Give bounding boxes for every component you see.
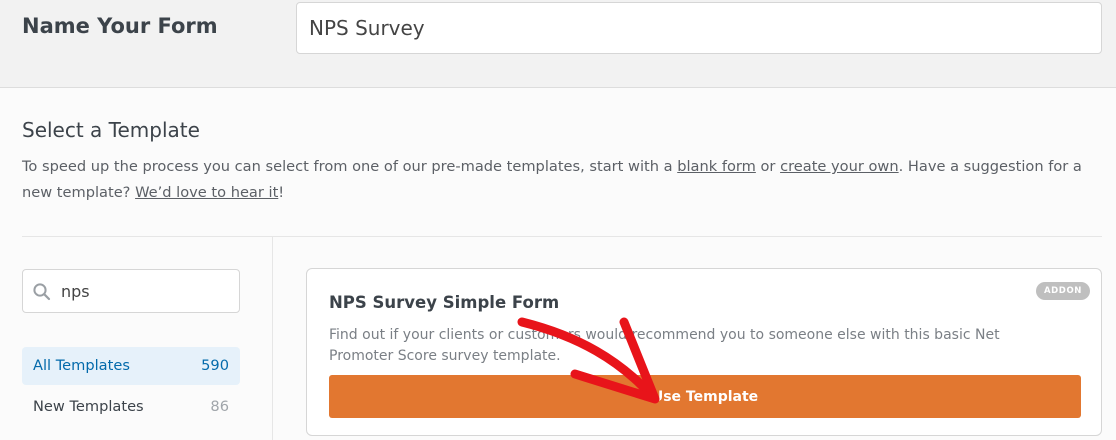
form-name-label: Name Your Form <box>22 14 218 38</box>
select-template-heading: Select a Template <box>22 118 200 142</box>
description-text-end: ! <box>278 184 285 201</box>
addon-badge: ADDON <box>1035 282 1090 300</box>
template-card: NPS Survey Simple Form ADDON Find out if… <box>306 268 1102 436</box>
description-text-start: To speed up the process you can select f… <box>22 158 678 175</box>
blank-form-link[interactable]: blank form <box>677 158 756 175</box>
category-count: 86 <box>210 398 229 415</box>
template-title: NPS Survey Simple Form <box>329 293 560 312</box>
create-your-own-link[interactable]: create your own <box>780 158 899 175</box>
form-name-input[interactable] <box>296 2 1102 54</box>
category-count: 590 <box>201 357 229 374</box>
suggestion-link[interactable]: We’d love to hear it <box>135 184 278 201</box>
select-template-description: To speed up the process you can select f… <box>22 154 1092 206</box>
category-all-templates[interactable]: All Templates 590 <box>22 347 240 385</box>
search-icon <box>33 283 51 301</box>
category-label: All Templates <box>33 357 130 374</box>
sidebar-divider <box>272 236 273 440</box>
template-search-input[interactable] <box>61 278 231 304</box>
category-new-templates[interactable]: New Templates 86 <box>22 388 240 426</box>
use-template-button[interactable]: Use Template <box>329 375 1081 418</box>
description-text-or: or <box>755 158 781 175</box>
form-name-bar: Name Your Form <box>0 0 1116 88</box>
category-label: New Templates <box>33 398 144 415</box>
section-divider <box>22 236 1102 237</box>
template-description: Find out if your clients or customers wo… <box>329 327 1000 364</box>
template-search-box[interactable] <box>22 269 240 313</box>
